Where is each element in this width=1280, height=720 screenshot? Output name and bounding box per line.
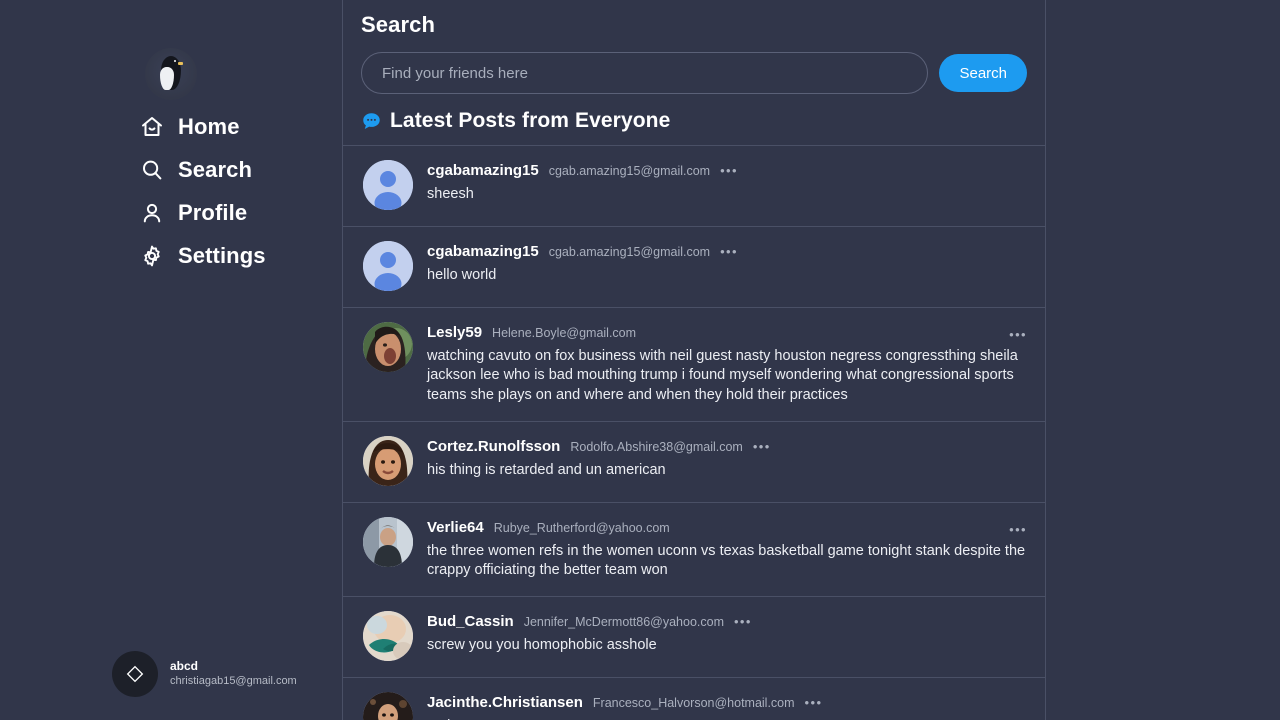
- post-email: Rubye_Rutherford@yahoo.com: [493, 520, 670, 535]
- gear-icon: [140, 244, 164, 268]
- sidebar-item-label: Profile: [178, 200, 248, 225]
- avatar: [363, 516, 413, 567]
- post-menu-icon[interactable]: •••: [720, 164, 738, 177]
- sidebar-item-settings[interactable]: Settings: [140, 244, 266, 268]
- user-photo-avatar: [363, 611, 413, 662]
- posts-list: cgabamazing15 cgab.amazing15@gmail.com •…: [343, 145, 1045, 720]
- sidebar-item-profile[interactable]: Profile: [140, 201, 266, 225]
- section-title: Latest Posts from Everyone: [390, 109, 671, 132]
- post-text: sheesh: [427, 186, 474, 202]
- sidebar-item-home[interactable]: Home: [140, 115, 266, 139]
- sidebar-item-label: Settings: [178, 243, 266, 268]
- post-item[interactable]: Jacinthe.Christiansen Francesco_Halvorso…: [343, 678, 1045, 720]
- sidebar: Home Search Profile Settings abcd christ…: [0, 0, 342, 720]
- post-item[interactable]: cgabamazing15 cgab.amazing15@gmail.com •…: [343, 227, 1045, 308]
- sidebar-item-label: Search: [178, 157, 252, 182]
- search-button[interactable]: Search: [939, 54, 1027, 92]
- avatar: [363, 322, 413, 372]
- default-avatar-icon: [363, 241, 413, 291]
- post-email: Jennifer_McDermott86@yahoo.com: [523, 615, 724, 630]
- user-photo-avatar: [363, 692, 413, 720]
- current-user-email: christiagab15@gmail.com: [170, 675, 297, 688]
- user-photo-avatar: [363, 435, 413, 486]
- feed-panel: Search Search Latest Posts from Everyone: [342, 0, 1046, 720]
- post-email: Francesco_Halvorson@hotmail.com: [592, 696, 795, 711]
- post-item[interactable]: Cortez.Runolfsson Rodolfo.Abshire38@gmai…: [343, 422, 1045, 503]
- page-title: Search: [361, 12, 435, 37]
- avatar: [363, 241, 413, 291]
- avatar: [112, 651, 158, 697]
- search-bar: Search: [361, 52, 1027, 94]
- post-item[interactable]: cgabamazing15 cgab.amazing15@gmail.com •…: [343, 146, 1045, 227]
- post-text: screw you you homophobic asshole: [427, 637, 657, 654]
- avatar: [363, 160, 413, 210]
- default-avatar-icon: [363, 160, 413, 210]
- post-text: his thing is retarded and un american: [427, 461, 666, 478]
- user-photo-avatar: [363, 322, 413, 372]
- post-username[interactable]: cgabamazing15: [427, 243, 539, 260]
- current-user-name: abcd: [170, 659, 199, 674]
- person-icon: [140, 201, 164, 225]
- post-username[interactable]: Verlie64: [427, 519, 484, 536]
- post-email: Rodolfo.Abshire38@gmail.com: [570, 439, 743, 454]
- diamond-icon: [126, 665, 144, 683]
- search-input[interactable]: [361, 52, 929, 94]
- post-text: watching cavuto on fox business with nei…: [427, 348, 1018, 403]
- post-text: the three women refs in the women uconn …: [427, 542, 1026, 579]
- avatar: [363, 611, 413, 662]
- user-photo-avatar: [363, 516, 413, 567]
- post-menu-icon[interactable]: •••: [1009, 523, 1027, 536]
- post-username[interactable]: cgabamazing15: [427, 162, 539, 179]
- penguin-logo-icon: [145, 48, 197, 100]
- home-icon: [140, 115, 164, 139]
- post-username[interactable]: Bud_Cassin: [427, 613, 514, 630]
- post-email: cgab.amazing15@gmail.com: [548, 164, 711, 178]
- current-user-box[interactable]: abcd christiagab15@gmail.com: [112, 651, 297, 697]
- post-email: cgab.amazing15@gmail.com: [548, 245, 711, 259]
- sidebar-nav: Home Search Profile Settings: [140, 115, 266, 268]
- right-empty-pane: [1046, 0, 1280, 720]
- avatar: [363, 435, 413, 486]
- post-text: hello world: [427, 267, 497, 283]
- avatar: [363, 692, 413, 720]
- feed-header: Search Search Latest Posts from Everyone: [343, 0, 1045, 133]
- post-menu-icon[interactable]: •••: [753, 440, 771, 453]
- search-icon: [140, 158, 164, 182]
- post-item[interactable]: Lesly59 Helene.Boyle@gmail.com watching …: [343, 308, 1045, 422]
- post-item[interactable]: Bud_Cassin Jennifer_McDermott86@yahoo.co…: [343, 597, 1045, 679]
- post-menu-icon[interactable]: •••: [805, 696, 823, 709]
- post-username[interactable]: Cortez.Runolfsson: [427, 438, 560, 455]
- post-item[interactable]: Verlie64 Rubye_Rutherford@yahoo.com the …: [343, 503, 1045, 598]
- post-email: Helene.Boyle@gmail.com: [492, 326, 637, 340]
- chat-bubble-icon: [363, 112, 380, 129]
- post-username[interactable]: Lesly59: [427, 324, 482, 341]
- sidebar-item-search[interactable]: Search: [140, 158, 266, 182]
- post-menu-icon[interactable]: •••: [1009, 328, 1027, 341]
- post-menu-icon[interactable]: •••: [720, 245, 738, 258]
- post-menu-icon[interactable]: •••: [734, 615, 752, 628]
- brand-logo[interactable]: [0, 48, 342, 100]
- section-header: Latest Posts from Everyone: [361, 109, 1027, 133]
- post-username[interactable]: Jacinthe.Christiansen: [427, 694, 583, 711]
- sidebar-item-label: Home: [178, 114, 240, 139]
